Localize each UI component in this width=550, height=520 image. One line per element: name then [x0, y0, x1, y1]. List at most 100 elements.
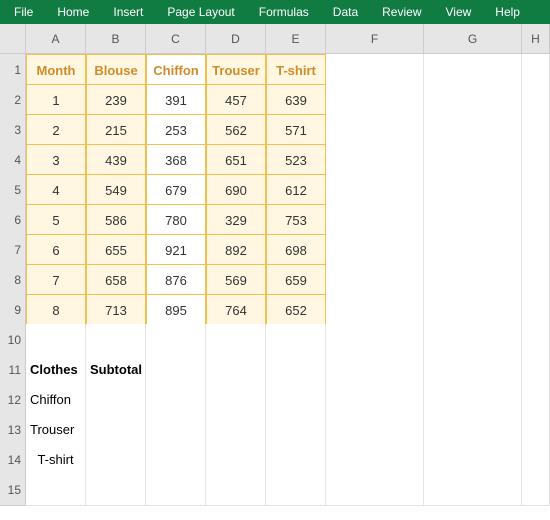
cell-D6[interactable]: 329	[206, 204, 266, 236]
cell-H10[interactable]	[522, 324, 550, 356]
ribbon-tab-help[interactable]: Help	[483, 0, 532, 24]
cell-A10[interactable]	[26, 324, 86, 356]
row-header-2[interactable]: 2	[0, 84, 26, 116]
col-header-F[interactable]: F	[326, 24, 424, 54]
row-header-12[interactable]: 12	[0, 384, 26, 416]
row-header-11[interactable]: 11	[0, 354, 26, 386]
cell-B13[interactable]	[86, 414, 146, 446]
col-header-B[interactable]: B	[86, 24, 146, 54]
cell-F8[interactable]	[326, 264, 424, 296]
col-header-E[interactable]: E	[266, 24, 326, 54]
cell-G4[interactable]	[424, 144, 522, 176]
cell-H7[interactable]	[522, 234, 550, 266]
cell-A6[interactable]: 5	[26, 204, 86, 236]
row-header-3[interactable]: 3	[0, 114, 26, 146]
cell-D4[interactable]: 651	[206, 144, 266, 176]
ribbon-tab-view[interactable]: View	[434, 0, 484, 24]
cell-E1[interactable]: T-shirt	[266, 54, 326, 86]
cell-F1[interactable]	[326, 54, 424, 86]
row-header-15[interactable]: 15	[0, 474, 26, 506]
cell-B1[interactable]: Blouse	[86, 54, 146, 86]
cell-F10[interactable]	[326, 324, 424, 356]
cell-A8[interactable]: 7	[26, 264, 86, 296]
cell-E11[interactable]	[266, 354, 326, 386]
cell-C13[interactable]	[146, 414, 206, 446]
cell-C10[interactable]	[146, 324, 206, 356]
cell-E5[interactable]: 612	[266, 174, 326, 206]
cell-H9[interactable]	[522, 294, 550, 326]
cell-C7[interactable]: 921	[146, 234, 206, 266]
cell-C5[interactable]: 679	[146, 174, 206, 206]
select-all-corner[interactable]	[0, 24, 26, 54]
row-header-14[interactable]: 14	[0, 444, 26, 476]
cell-D3[interactable]: 562	[206, 114, 266, 146]
cell-E6[interactable]: 753	[266, 204, 326, 236]
col-header-H[interactable]: H	[522, 24, 550, 54]
cell-F6[interactable]	[326, 204, 424, 236]
cell-E10[interactable]	[266, 324, 326, 356]
cell-G8[interactable]	[424, 264, 522, 296]
cell-C11[interactable]	[146, 354, 206, 386]
cell-F12[interactable]	[326, 384, 424, 416]
cell-A2[interactable]: 1	[26, 84, 86, 116]
ribbon-tab-insert[interactable]: Insert	[101, 0, 155, 24]
cell-E8[interactable]: 659	[266, 264, 326, 296]
cell-E2[interactable]: 639	[266, 84, 326, 116]
cell-H8[interactable]	[522, 264, 550, 296]
cell-B15[interactable]	[86, 474, 146, 506]
cell-G12[interactable]	[424, 384, 522, 416]
cell-D5[interactable]: 690	[206, 174, 266, 206]
cell-H1[interactable]	[522, 54, 550, 86]
cell-D15[interactable]	[206, 474, 266, 506]
cell-E4[interactable]: 523	[266, 144, 326, 176]
cell-E12[interactable]	[266, 384, 326, 416]
cell-B14[interactable]	[86, 444, 146, 476]
cell-A11[interactable]: Clothes	[26, 354, 86, 386]
cell-D11[interactable]	[206, 354, 266, 386]
cell-C3[interactable]: 253	[146, 114, 206, 146]
cell-E3[interactable]: 571	[266, 114, 326, 146]
cell-E15[interactable]	[266, 474, 326, 506]
cell-C4[interactable]: 368	[146, 144, 206, 176]
cell-B6[interactable]: 586	[86, 204, 146, 236]
cell-D8[interactable]: 569	[206, 264, 266, 296]
cell-H3[interactable]	[522, 114, 550, 146]
cell-E7[interactable]: 698	[266, 234, 326, 266]
cell-G15[interactable]	[424, 474, 522, 506]
cell-E9[interactable]: 652	[266, 294, 326, 326]
cell-H14[interactable]	[522, 444, 550, 476]
cell-G2[interactable]	[424, 84, 522, 116]
cell-B10[interactable]	[86, 324, 146, 356]
cell-F13[interactable]	[326, 414, 424, 446]
cell-B12[interactable]	[86, 384, 146, 416]
cell-F4[interactable]	[326, 144, 424, 176]
cell-A13[interactable]: Trouser	[26, 414, 86, 446]
cell-A7[interactable]: 6	[26, 234, 86, 266]
cell-H2[interactable]	[522, 84, 550, 116]
cell-A5[interactable]: 4	[26, 174, 86, 206]
cell-H6[interactable]	[522, 204, 550, 236]
cell-F14[interactable]	[326, 444, 424, 476]
row-header-7[interactable]: 7	[0, 234, 26, 266]
cell-A12[interactable]: Chiffon	[26, 384, 86, 416]
cell-B7[interactable]: 655	[86, 234, 146, 266]
cell-C9[interactable]: 895	[146, 294, 206, 326]
cell-F15[interactable]	[326, 474, 424, 506]
col-header-A[interactable]: A	[26, 24, 86, 54]
cell-H11[interactable]	[522, 354, 550, 386]
row-header-6[interactable]: 6	[0, 204, 26, 236]
cell-D13[interactable]	[206, 414, 266, 446]
cell-G10[interactable]	[424, 324, 522, 356]
ribbon-tab-page-layout[interactable]: Page Layout	[155, 0, 246, 24]
spreadsheet-grid[interactable]: ABCDEFGH1MonthBlouseChiffonTrouserT-shir…	[0, 24, 550, 504]
cell-A3[interactable]: 2	[26, 114, 86, 146]
cell-G6[interactable]	[424, 204, 522, 236]
cell-G9[interactable]	[424, 294, 522, 326]
cell-F9[interactable]	[326, 294, 424, 326]
cell-A9[interactable]: 8	[26, 294, 86, 326]
row-header-1[interactable]: 1	[0, 54, 26, 86]
cell-A14[interactable]: T-shirt	[26, 444, 86, 476]
row-header-8[interactable]: 8	[0, 264, 26, 296]
ribbon-tab-home[interactable]: Home	[45, 0, 101, 24]
cell-G13[interactable]	[424, 414, 522, 446]
